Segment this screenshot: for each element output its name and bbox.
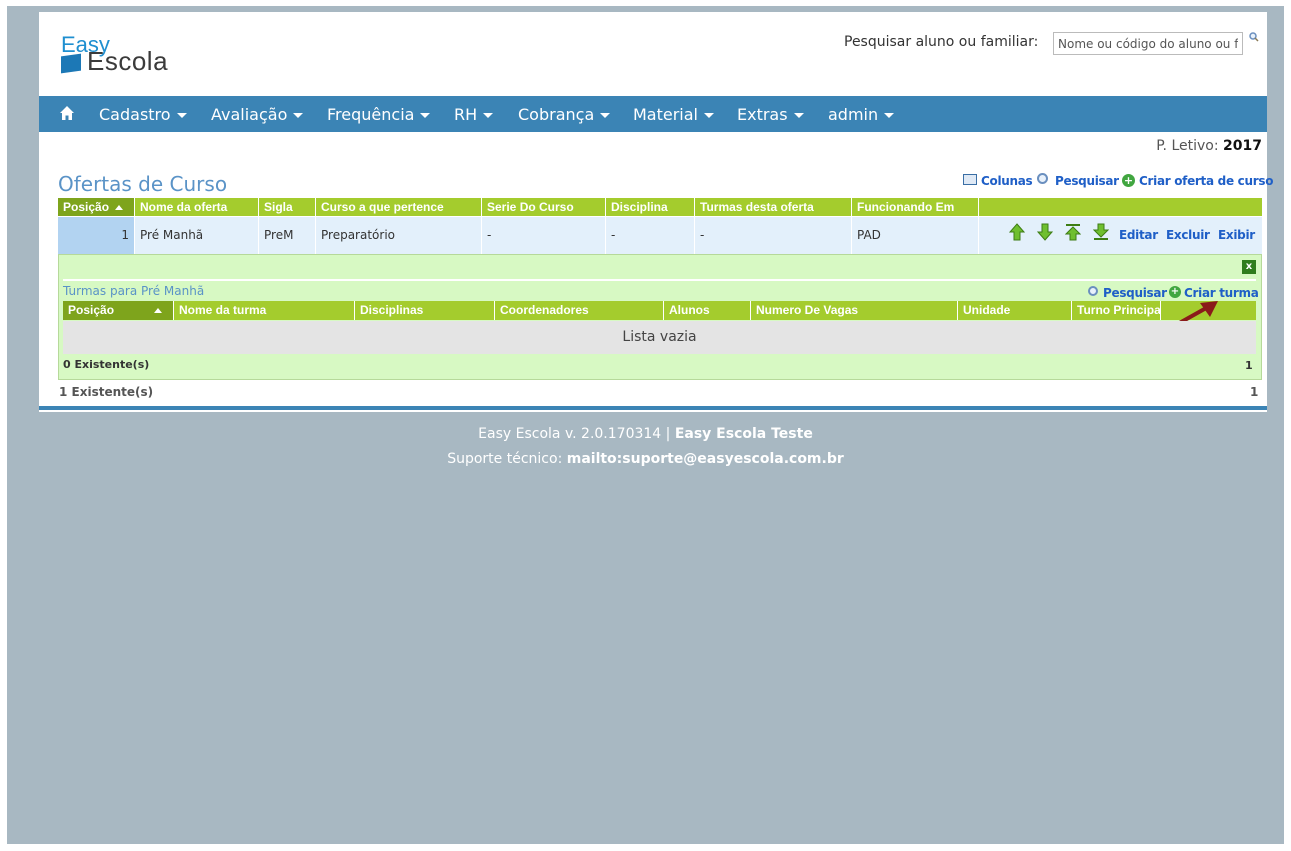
period-label: P. Letivo:	[1156, 138, 1219, 154]
view-link[interactable]: Exibir	[1218, 228, 1255, 242]
cell-disciplina: -	[606, 217, 695, 254]
column-header-unidade[interactable]: Unidade	[958, 301, 1072, 320]
chevron-down-icon	[704, 113, 714, 118]
column-header-posicao[interactable]: Posição	[58, 198, 135, 216]
nav-cobranca[interactable]: Cobrança	[518, 105, 611, 124]
footer-support: Suporte técnico: mailto:suporte@easyesco…	[7, 451, 1284, 467]
cell-nome: Pré Manhã	[135, 217, 259, 254]
footer-school: Easy Escola Teste	[674, 426, 813, 442]
column-header-alunos[interactable]: Alunos	[664, 301, 751, 320]
nav-frequencia[interactable]: Frequência	[327, 105, 431, 124]
cell-serie: -	[482, 217, 606, 254]
column-header-nome-turma[interactable]: Nome da turma	[174, 301, 355, 320]
nav-admin[interactable]: admin	[828, 105, 895, 124]
columns-icon[interactable]	[963, 174, 977, 185]
logo-square-icon	[61, 53, 81, 74]
nav-rh[interactable]: RH	[454, 105, 494, 124]
chevron-down-icon	[420, 113, 431, 118]
nested-title: Turmas para Pré Manhã	[63, 284, 205, 298]
search-link[interactable]: Pesquisar	[1055, 174, 1119, 188]
nav-label: Frequência	[327, 105, 415, 124]
move-top-icon[interactable]	[1065, 223, 1081, 241]
column-header-turmas[interactable]: Turmas desta oferta	[695, 198, 852, 216]
nav-label: Cadastro	[99, 105, 171, 124]
main-count: 1 Existente(s)	[59, 385, 154, 399]
column-header-disciplina[interactable]: Disciplina	[606, 198, 695, 216]
nav-extras[interactable]: Extras	[737, 105, 804, 124]
column-header-curso[interactable]: Curso a que pertence	[316, 198, 482, 216]
chevron-down-icon	[176, 113, 187, 118]
column-header-label: Posição	[63, 200, 110, 214]
chevron-down-icon	[600, 113, 611, 118]
cell-curso: Preparatório	[316, 217, 482, 254]
column-header-serie[interactable]: Serie Do Curso	[482, 198, 606, 216]
column-header-vagas[interactable]: Numero De Vagas	[751, 301, 958, 320]
footer-version-text: Easy Escola v. 2.0.170314 |	[478, 426, 671, 442]
nav-label: Cobrança	[518, 105, 595, 124]
move-down-icon[interactable]	[1037, 223, 1053, 241]
nav-label: Material	[633, 105, 698, 124]
column-header-funcionando[interactable]: Funcionando Em	[852, 198, 979, 216]
divider	[39, 406, 1267, 410]
main-page-number[interactable]: 1	[1250, 385, 1258, 399]
nested-page-number[interactable]: 1	[1245, 359, 1253, 372]
page-container: Easy Escola Pesquisar aluno ou familiar:…	[39, 12, 1273, 412]
search-icon[interactable]	[1088, 286, 1098, 296]
nav-cadastro[interactable]: Cadastro	[99, 105, 187, 124]
logo[interactable]: Easy Escola	[59, 28, 209, 78]
cell-funcionando: PAD	[852, 217, 979, 254]
cell-sigla: PreM	[259, 217, 316, 254]
cell-turmas: -	[695, 217, 852, 254]
nested-table-header: Posição Nome da turma Disciplinas Coorde…	[63, 301, 1256, 320]
search-icon[interactable]	[1249, 32, 1259, 42]
column-header-sigla[interactable]: Sigla	[259, 198, 316, 216]
edit-link[interactable]: Editar	[1119, 228, 1158, 242]
search-input[interactable]	[1053, 32, 1243, 55]
search-icon[interactable]	[1037, 173, 1048, 184]
column-header-label: Posição	[68, 303, 115, 317]
nav-label: RH	[454, 105, 478, 124]
table-row[interactable]: 1 Pré Manhã PreM Preparatório - - - PAD	[58, 217, 1262, 254]
nav-material[interactable]: Material	[633, 105, 714, 124]
period-indicator: P. Letivo: 2017	[1156, 138, 1262, 154]
cell-posicao: 1	[58, 217, 135, 254]
close-icon[interactable]: x	[1242, 260, 1256, 274]
move-bottom-icon[interactable]	[1093, 223, 1109, 241]
nav-label: admin	[828, 105, 879, 124]
table-header: Posição Nome da oferta Sigla Curso a que…	[58, 198, 1262, 216]
footer-support-label: Suporte técnico:	[447, 451, 563, 467]
logo-escola: Escola	[87, 46, 169, 76]
main-nav: Cadastro Avaliação Frequência RH Cobranç…	[39, 96, 1267, 132]
app-background: Easy Escola Pesquisar aluno ou familiar:…	[7, 6, 1284, 844]
sort-ascending-icon	[115, 205, 124, 211]
page-title: Ofertas de Curso	[58, 172, 228, 196]
column-header-turno[interactable]: Turno Principal	[1072, 301, 1161, 320]
empty-list-row: Lista vazia	[63, 321, 1256, 354]
move-up-icon[interactable]	[1009, 223, 1025, 241]
period-value: 2017	[1223, 138, 1262, 154]
divider	[63, 279, 1256, 281]
chevron-down-icon	[884, 113, 895, 118]
column-header-nome[interactable]: Nome da oferta	[135, 198, 259, 216]
chevron-down-icon	[293, 113, 304, 118]
chevron-down-icon	[793, 113, 804, 118]
footer-version: Easy Escola v. 2.0.170314 | Easy Escola …	[7, 426, 1284, 442]
nav-avaliacao[interactable]: Avaliação	[211, 105, 304, 124]
column-header-coordenadores[interactable]: Coordenadores	[495, 301, 664, 320]
add-icon[interactable]: +	[1122, 174, 1135, 187]
column-header-posicao[interactable]: Posição	[63, 301, 174, 320]
search-label: Pesquisar aluno ou familiar:	[844, 34, 1039, 50]
column-header-disciplinas[interactable]: Disciplinas	[355, 301, 495, 320]
create-offer-link[interactable]: Criar oferta de curso	[1139, 174, 1273, 188]
footer-support-link[interactable]: mailto:suporte@easyescola.com.br	[567, 451, 844, 467]
columns-link[interactable]: Colunas	[981, 174, 1033, 188]
nav-label: Avaliação	[211, 105, 288, 124]
chevron-down-icon	[483, 113, 494, 118]
delete-link[interactable]: Excluir	[1166, 228, 1210, 242]
sort-ascending-icon	[154, 308, 163, 314]
nested-count: 0 Existente(s)	[63, 358, 150, 371]
nav-label: Extras	[737, 105, 788, 124]
home-icon[interactable]	[59, 105, 75, 121]
